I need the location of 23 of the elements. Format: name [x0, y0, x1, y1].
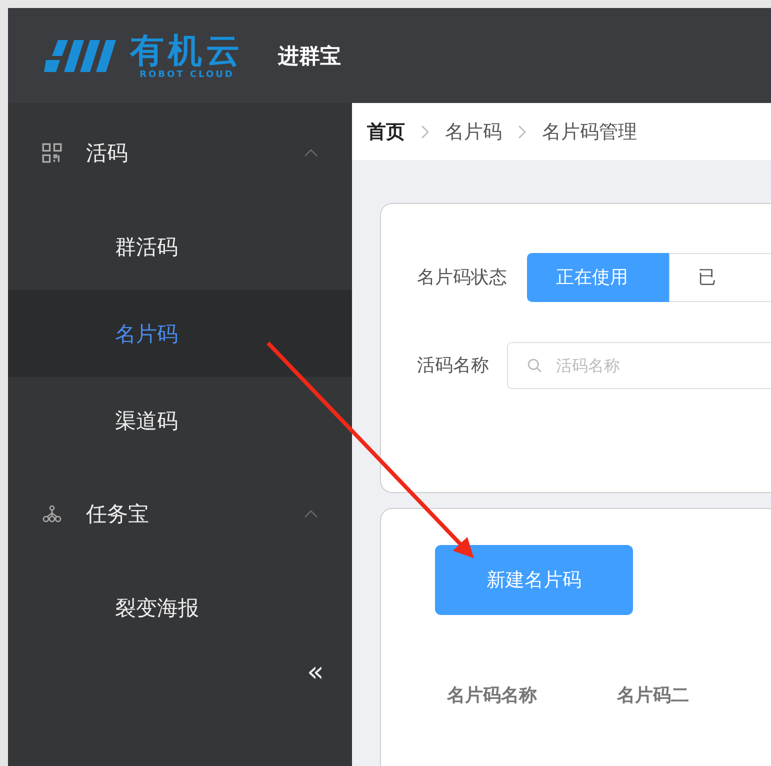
field-label: 活码名称 — [417, 354, 489, 377]
search-icon — [527, 358, 542, 372]
collapse-button[interactable]: « — [306, 655, 324, 688]
sidebar-group[interactable]: 活码 — [8, 103, 352, 203]
sidebar-item[interactable]: 渠道码 — [8, 377, 352, 464]
field-label: 名片码状态 — [417, 266, 507, 289]
sidebar-item[interactable]: 名片码 — [8, 290, 352, 377]
search-field[interactable]: 活码名称 — [507, 342, 771, 388]
app-name: 进群宝 — [278, 42, 341, 70]
breadcrumb-link[interactable]: 首页 — [367, 118, 405, 144]
sidebar-item[interactable]: 群活码 — [8, 203, 352, 290]
nodes-icon — [42, 504, 62, 524]
chevron-right-icon — [421, 124, 429, 138]
qr-code-icon — [42, 143, 62, 163]
chevron-right-icon — [518, 124, 526, 138]
logo-subtext: ROBOT CLOUD — [140, 70, 234, 80]
status-option[interactable]: 已 — [669, 252, 771, 302]
column-header: 名片码名称 — [447, 684, 537, 707]
logo-text: 有机云 — [130, 32, 244, 70]
column-header: 名片码二 — [617, 684, 689, 707]
sidebar-item[interactable]: 裂变海报 — [8, 564, 352, 651]
breadcrumb-link[interactable]: 名片码 — [445, 118, 502, 144]
sidebar-group[interactable]: 任务宝 — [8, 464, 352, 564]
